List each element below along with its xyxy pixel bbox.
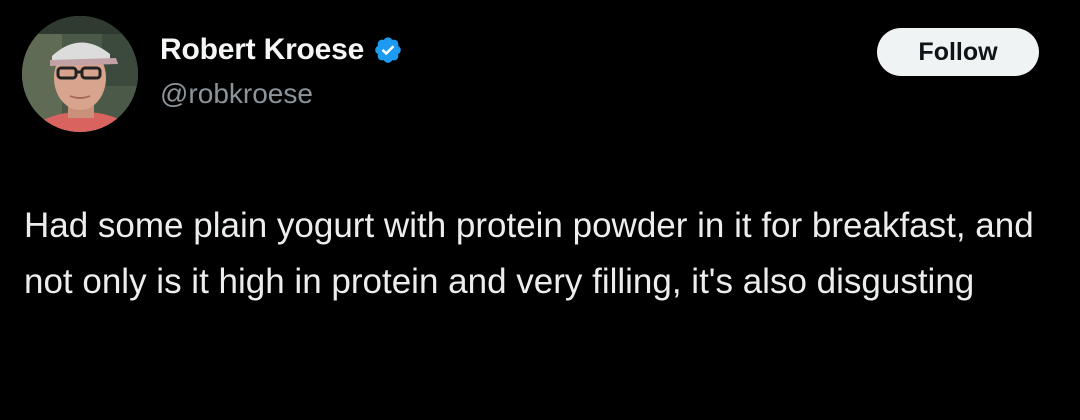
avatar[interactable] [22, 16, 138, 132]
author-display-name[interactable]: Robert Kroese [160, 33, 364, 67]
author-handle[interactable]: @robkroese [160, 78, 403, 110]
author-name-row: Robert Kroese [160, 30, 403, 70]
verified-badge-icon[interactable] [373, 35, 403, 65]
follow-button[interactable]: Follow [877, 28, 1039, 76]
author-info: Robert Kroese @robkroese [160, 30, 403, 110]
tweet-card: Robert Kroese @robkroese Follow Had some… [0, 0, 1080, 420]
tweet-text: Had some plain yogurt with protein powde… [24, 206, 1034, 301]
